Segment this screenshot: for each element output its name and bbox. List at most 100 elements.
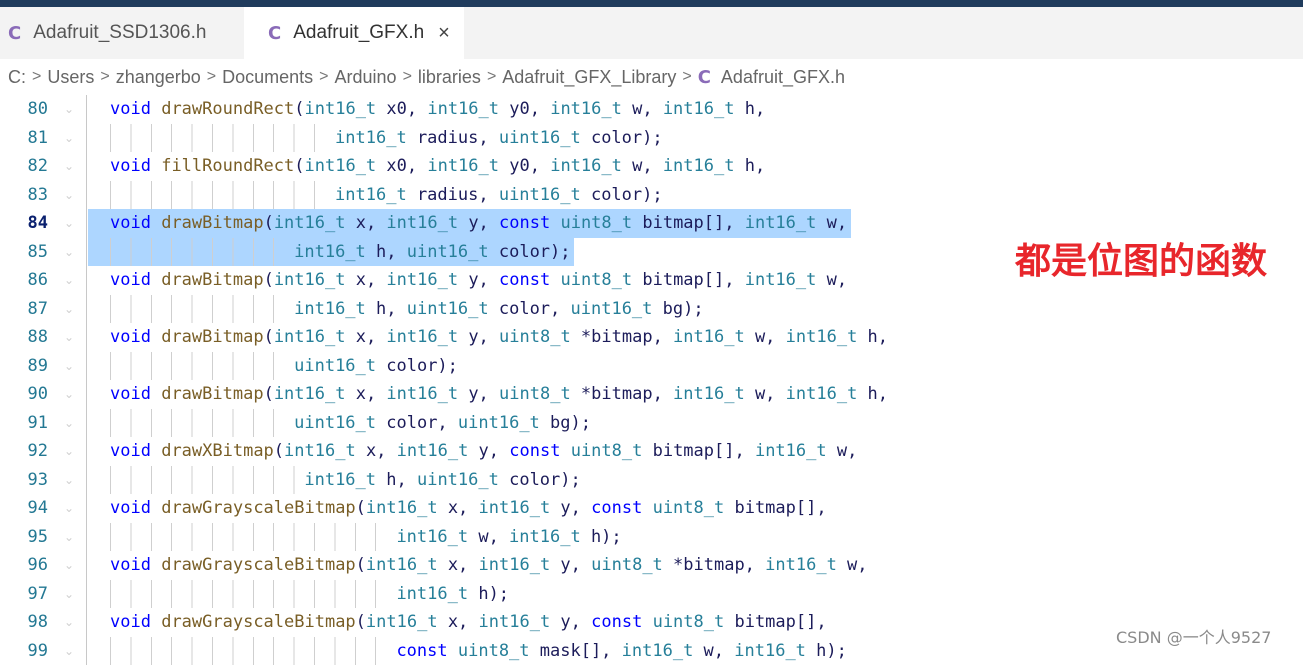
code-text: int16_t h); (396, 580, 509, 609)
fold-chevron-icon[interactable]: ⌄ (64, 523, 78, 552)
chevron-right-icon: > (207, 68, 216, 86)
indent-guides (110, 409, 290, 438)
indent-guide (86, 466, 87, 495)
code-line[interactable]: 95⌄int16_t w, int16_t h); (0, 523, 1303, 552)
indent-guide (86, 637, 87, 665)
fold-chevron-icon[interactable]: ⌄ (64, 608, 78, 637)
line-number: 82 (0, 152, 48, 181)
code-text: void fillRoundRect(int16_t x0, int16_t y… (110, 152, 765, 181)
indent-guide (86, 523, 87, 552)
watermark: CSDN @一个人9527 (1116, 624, 1271, 648)
line-number: 94 (0, 494, 48, 523)
indent-guide (86, 209, 87, 238)
fold-chevron-icon[interactable]: ⌄ (64, 352, 78, 381)
fold-chevron-icon[interactable]: ⌄ (64, 124, 78, 153)
line-number: 89 (0, 352, 48, 381)
fold-chevron-icon[interactable]: ⌄ (64, 95, 78, 124)
code-text: void drawRoundRect(int16_t x0, int16_t y… (110, 95, 765, 124)
code-line[interactable]: 82 ⌄ void fillRoundRect(int16_t x0, int16_… (0, 152, 1303, 181)
fold-chevron-icon[interactable]: ⌄ (64, 209, 78, 238)
chevron-right-icon: > (682, 68, 691, 86)
indent-guides (110, 580, 392, 609)
code-line[interactable]: 99⌄const uint8_t mask[], int16_t w, int1… (0, 637, 1303, 665)
code-text: void drawGrayscaleBitmap(int16_t x, int1… (110, 608, 827, 637)
tab-adafruit-ssd1306[interactable]: C Adafruit_SSD1306.h (0, 7, 244, 59)
breadcrumb-item[interactable]: Documents (222, 67, 313, 88)
breadcrumb-item[interactable]: Users (47, 67, 94, 88)
fold-chevron-icon[interactable]: ⌄ (64, 181, 78, 210)
line-number: 87 (0, 295, 48, 324)
code-line[interactable]: 93 ⌄ int16_t h, uint16_t color); (0, 466, 1303, 495)
fold-chevron-icon[interactable]: ⌄ (64, 380, 78, 409)
tab-adafruit-gfx[interactable]: C Adafruit_GFX.h × (244, 7, 464, 59)
code-line[interactable]: 92⌄void drawXBitmap(int16_t x, int16_t y… (0, 437, 1303, 466)
fold-chevron-icon[interactable]: ⌄ (64, 494, 78, 523)
fold-chevron-icon[interactable]: ⌄ (64, 152, 78, 181)
tab-label: Adafruit_GFX.h (293, 22, 424, 44)
code-line[interactable]: 96⌄void drawGrayscaleBitmap(int16_t x, i… (0, 551, 1303, 580)
code-text: int16_t radius, uint16_t color); (335, 124, 663, 153)
fold-chevron-icon[interactable]: ⌄ (64, 637, 78, 665)
breadcrumb-item[interactable]: C: (8, 67, 26, 88)
breadcrumb-item[interactable]: libraries (418, 67, 481, 88)
breadcrumb-file[interactable]: Adafruit_GFX.h (721, 67, 845, 88)
line-number: 93 (0, 466, 48, 495)
code-text: int16_t h, uint16_t color); (304, 466, 580, 495)
line-number: 80 (0, 95, 48, 124)
indent-guide (86, 295, 87, 324)
line-number: 92 (0, 437, 48, 466)
code-line[interactable]: 97 ⌄ int16_t h); (0, 580, 1303, 609)
fold-chevron-icon[interactable]: ⌄ (64, 323, 78, 352)
code-text: int16_t radius, uint16_t color); (335, 181, 663, 210)
code-text: void drawBitmap(int16_t x, int16_t y, ui… (110, 380, 888, 409)
close-icon[interactable]: × (438, 22, 450, 45)
chevron-right-icon: > (32, 68, 41, 86)
indent-guides (110, 637, 392, 665)
fold-chevron-icon[interactable]: ⌄ (64, 409, 78, 438)
code-line[interactable]: 91⌄uint16_t color, uint16_t bg); (0, 409, 1303, 438)
window-top-bar (0, 0, 1303, 7)
line-number: 95 (0, 523, 48, 552)
breadcrumb: C: > Users > zhangerbo > Documents > Ard… (0, 59, 1303, 95)
code-text: uint16_t color); (294, 352, 458, 381)
fold-chevron-icon[interactable]: ⌄ (64, 238, 78, 267)
code-line[interactable]: 90⌄void drawBitmap(int16_t x, int16_t y,… (0, 380, 1303, 409)
chevron-right-icon: > (403, 68, 412, 86)
code-line[interactable]: 87 ⌄ int16_t h, uint16_t color, uint16_t b… (0, 295, 1303, 324)
breadcrumb-item[interactable]: Adafruit_GFX_Library (502, 67, 676, 88)
breadcrumb-item[interactable]: zhangerbo (116, 67, 201, 88)
editor-tab-bar: C Adafruit_SSD1306.h C Adafruit_GFX.h × (0, 7, 1303, 59)
code-editor[interactable]: 80 ⌄ void drawRoundRect(int16_t x0, int16_… (0, 95, 1303, 653)
indent-guides (110, 181, 331, 210)
code-line[interactable]: 89 ⌄ uint16_t color); (0, 352, 1303, 381)
code-text: uint16_t color, uint16_t bg); (294, 409, 591, 438)
indent-guide (86, 95, 87, 124)
code-line[interactable]: 98 ⌄ void drawGrayscaleBitmap(int16_t x, i… (0, 608, 1303, 637)
indent-guide (86, 124, 87, 153)
indent-guide (86, 494, 87, 523)
fold-chevron-icon[interactable]: ⌄ (64, 466, 78, 495)
code-text: int16_t h, uint16_t color, uint16_t bg); (294, 295, 703, 324)
line-number: 98 (0, 608, 48, 637)
line-number: 83 (0, 181, 48, 210)
indent-guide (86, 580, 87, 609)
line-number: 97 (0, 580, 48, 609)
line-number: 85 (0, 238, 48, 267)
fold-chevron-icon[interactable]: ⌄ (64, 551, 78, 580)
fold-chevron-icon[interactable]: ⌄ (64, 580, 78, 609)
indent-guide (86, 266, 87, 295)
code-line[interactable]: 94⌄void drawGrayscaleBitmap(int16_t x, i… (0, 494, 1303, 523)
indent-guide (86, 238, 87, 267)
fold-chevron-icon[interactable]: ⌄ (64, 437, 78, 466)
code-text: void drawBitmap(int16_t x, int16_t y, co… (110, 209, 847, 238)
fold-chevron-icon[interactable]: ⌄ (64, 295, 78, 324)
fold-chevron-icon[interactable]: ⌄ (64, 266, 78, 295)
code-line[interactable]: 88⌄void drawBitmap(int16_t x, int16_t y,… (0, 323, 1303, 352)
indent-guide (86, 409, 87, 438)
code-line[interactable]: 80 ⌄ void drawRoundRect(int16_t x0, int16_… (0, 95, 1303, 124)
indent-guides (110, 295, 290, 324)
c-file-icon: C (268, 23, 281, 44)
code-line[interactable]: 81⌄int16_t radius, uint16_t color); (0, 124, 1303, 153)
code-line[interactable]: 83 ⌄ int16_t radius, uint16_t color); (0, 181, 1303, 210)
breadcrumb-item[interactable]: Arduino (335, 67, 397, 88)
